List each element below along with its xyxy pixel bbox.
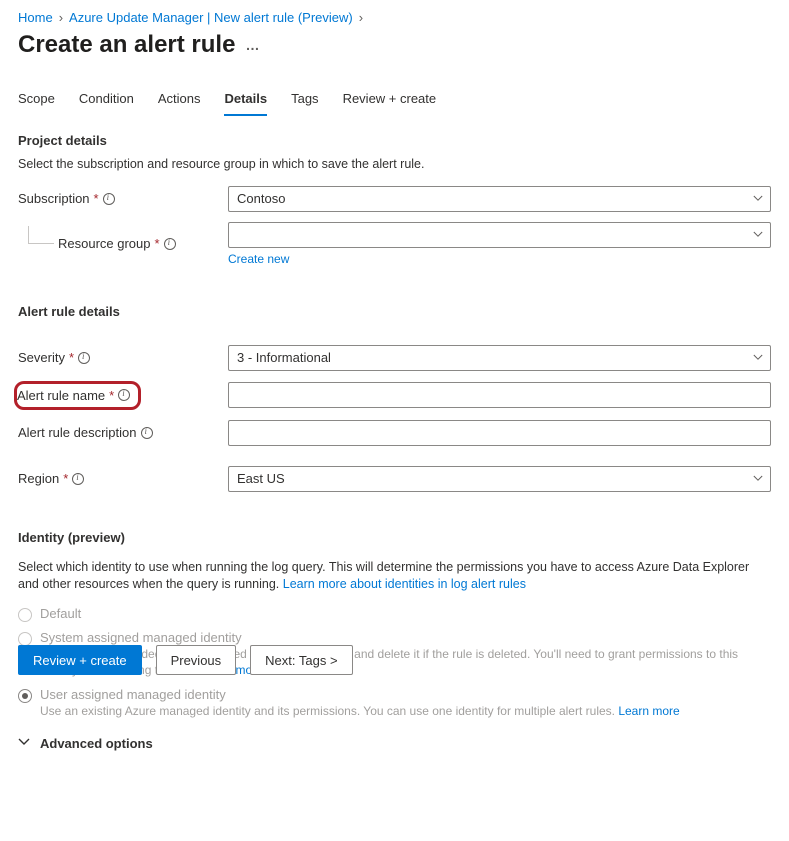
page-title: Create an alert rule <box>18 31 235 59</box>
page-title-row: Create an alert rule … <box>18 31 771 59</box>
select-resource-group[interactable] <box>228 222 771 248</box>
radio-default-label: Default <box>40 606 81 621</box>
info-icon[interactable] <box>72 473 84 485</box>
section-identity-heading: Identity (preview) <box>18 530 771 545</box>
info-icon[interactable] <box>78 352 90 364</box>
section-alert-details-heading: Alert rule details <box>18 304 771 319</box>
label-subscription: Subscription <box>18 191 90 206</box>
radio-user-row[interactable]: User assigned managed identity Use an ex… <box>18 687 771 720</box>
radio-user[interactable] <box>18 689 32 703</box>
select-region-value: East US <box>237 471 285 486</box>
review-create-button[interactable]: Review + create <box>18 645 142 675</box>
advanced-options-toggle[interactable]: Advanced options <box>18 736 771 751</box>
info-icon[interactable] <box>103 193 115 205</box>
info-icon[interactable] <box>164 238 176 250</box>
tab-condition[interactable]: Condition <box>79 85 134 116</box>
radio-system-label: System assigned managed identity <box>40 630 771 645</box>
select-severity[interactable]: 3 - Informational <box>228 345 771 371</box>
tab-review[interactable]: Review + create <box>343 85 437 116</box>
chevron-down-icon <box>18 736 30 751</box>
link-user-learn-more[interactable]: Learn more <box>618 704 679 718</box>
select-severity-value: 3 - Informational <box>237 350 331 365</box>
radio-default[interactable] <box>18 608 32 622</box>
tab-tags[interactable]: Tags <box>291 85 318 116</box>
more-actions-icon[interactable]: … <box>245 37 260 53</box>
chevron-right-icon: › <box>359 10 363 25</box>
row-region: Region * East US <box>18 466 771 492</box>
required-icon: * <box>69 350 74 365</box>
next-button[interactable]: Next: Tags > <box>250 645 352 675</box>
label-resource-group: Resource group <box>58 236 151 251</box>
row-severity: Severity * 3 - Informational <box>18 345 771 371</box>
breadcrumb-aum[interactable]: Azure Update Manager | New alert rule (P… <box>69 10 353 25</box>
tab-bar: Scope Condition Actions Details Tags Rev… <box>18 85 771 117</box>
section-identity-desc: Select which identity to use when runnin… <box>18 559 771 594</box>
link-identity-learn-more[interactable]: Learn more about identities in log alert… <box>283 577 526 591</box>
breadcrumb-home[interactable]: Home <box>18 10 53 25</box>
select-subscription-value: Contoso <box>237 191 285 206</box>
advanced-options-label: Advanced options <box>40 736 153 751</box>
section-project-details-desc: Select the subscription and resource gro… <box>18 156 771 174</box>
label-alert-name: Alert rule name <box>17 388 105 403</box>
link-create-new-rg[interactable]: Create new <box>228 252 289 266</box>
required-icon: * <box>94 191 99 206</box>
previous-button[interactable]: Previous <box>156 645 237 675</box>
tab-details[interactable]: Details <box>224 85 267 116</box>
chevron-right-icon: › <box>59 10 63 25</box>
info-icon[interactable] <box>118 389 130 401</box>
input-alert-name[interactable] <box>228 382 771 408</box>
breadcrumb: Home › Azure Update Manager | New alert … <box>18 10 771 25</box>
row-subscription: Subscription * Contoso <box>18 186 771 212</box>
select-subscription[interactable]: Contoso <box>228 186 771 212</box>
radio-system[interactable] <box>18 632 32 646</box>
required-icon: * <box>63 471 68 486</box>
info-icon[interactable] <box>141 427 153 439</box>
radio-default-row[interactable]: Default <box>18 606 771 622</box>
row-alert-desc: Alert rule description <box>18 420 771 446</box>
required-icon: * <box>155 236 160 251</box>
label-region: Region <box>18 471 59 486</box>
input-alert-desc[interactable] <box>228 420 771 446</box>
highlight-box: Alert rule name * <box>14 381 141 410</box>
row-alert-name: Alert rule name * <box>18 381 771 410</box>
section-project-details-heading: Project details <box>18 133 771 148</box>
select-region[interactable]: East US <box>228 466 771 492</box>
label-severity: Severity <box>18 350 65 365</box>
tab-actions[interactable]: Actions <box>158 85 201 116</box>
row-resource-group: Resource group * Create new <box>18 222 771 266</box>
footer-actions: Review + create Previous Next: Tags > <box>18 645 353 675</box>
tab-scope[interactable]: Scope <box>18 85 55 116</box>
radio-user-label: User assigned managed identity <box>40 687 680 702</box>
tree-connector-icon <box>28 226 54 244</box>
label-alert-desc: Alert rule description <box>18 425 137 440</box>
required-icon: * <box>109 388 114 403</box>
radio-user-sub: Use an existing Azure managed identity a… <box>40 703 680 720</box>
